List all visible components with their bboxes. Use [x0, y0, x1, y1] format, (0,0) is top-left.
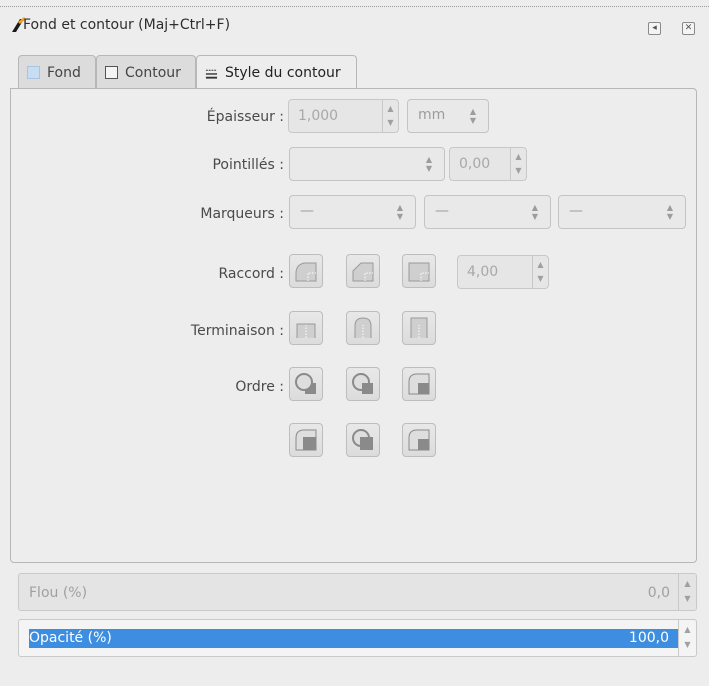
- order-stroke-fill-markers-button[interactable]: [346, 367, 380, 401]
- spin-arrows-icon[interactable]: ▲ ▼: [532, 256, 548, 288]
- blur-value: 0,0: [647, 585, 670, 601]
- tab-label: Style du contour: [225, 65, 341, 81]
- fill-markers-stroke-icon: [408, 373, 430, 395]
- order-markers-stroke-fill-button[interactable]: [402, 423, 436, 457]
- miter-join-icon: [408, 262, 430, 282]
- blur-label: Flou (%): [29, 585, 88, 601]
- tab-fond[interactable]: Fond: [18, 55, 96, 89]
- updown-icon: ▲ ▼: [469, 107, 476, 125]
- dock-title-bar[interactable]: Fond et contour (Maj+Ctrl+F) ◂ ✕: [0, 14, 709, 44]
- tab-style-du-contour[interactable]: Style du contour: [196, 55, 357, 90]
- round-cap-icon: [354, 317, 372, 338]
- updown-icon: ▲ ▼: [531, 203, 538, 221]
- dash-offset-value: 0,00: [459, 156, 491, 172]
- stroke-fill-markers-icon: [352, 373, 373, 394]
- dialog-title: Fond et contour (Maj+Ctrl+F): [23, 17, 231, 33]
- updown-icon: ▲ ▼: [425, 155, 432, 173]
- miter-limit-spinbox[interactable]: 4,00 ▲ ▼: [457, 255, 549, 289]
- order-fill-markers-stroke-button[interactable]: [402, 367, 436, 401]
- bevel-join-icon: [352, 262, 374, 282]
- dash-offset-spinbox[interactable]: 0,00 ▲ ▼: [449, 147, 527, 181]
- fill-square-icon: [27, 66, 40, 79]
- marker-value: —: [435, 203, 449, 219]
- unit-select[interactable]: mm ▲ ▼: [407, 99, 489, 133]
- round-join-button[interactable]: [289, 254, 323, 288]
- updown-icon: ▲ ▼: [396, 203, 403, 221]
- spin-arrows-icon[interactable]: ▲ ▼: [510, 148, 526, 180]
- opacity-value: 100,0: [628, 630, 669, 646]
- updown-icon: ▲ ▼: [666, 203, 673, 221]
- square-cap-button[interactable]: [402, 311, 436, 345]
- tab-label: Fond: [47, 64, 81, 81]
- marker-value: —: [569, 203, 583, 219]
- stroke-square-icon: [105, 66, 118, 79]
- butt-cap-button[interactable]: [289, 311, 323, 345]
- miter-limit-value: 4,00: [467, 264, 499, 280]
- stroke-markers-fill-icon: [352, 429, 373, 450]
- markers-stroke-fill-icon: [408, 429, 430, 451]
- width-value: 1,000: [298, 108, 339, 124]
- square-cap-icon: [410, 317, 428, 338]
- spin-arrows-icon[interactable]: ▲ ▼: [678, 574, 696, 610]
- collapse-left-icon[interactable]: ◂: [648, 22, 661, 35]
- marker-value: —: [300, 203, 314, 219]
- butt-cap-icon: [296, 323, 316, 338]
- tab-label: Contour: [125, 64, 181, 81]
- round-join-icon: [295, 262, 317, 282]
- miter-join-button[interactable]: [402, 254, 436, 288]
- dash-pattern-select[interactable]: ▲ ▼: [289, 147, 445, 181]
- spin-arrows-icon[interactable]: ▲ ▼: [678, 620, 696, 656]
- order-fill-stroke-markers-button[interactable]: [289, 367, 323, 401]
- join-label: Raccord :: [218, 266, 284, 282]
- close-icon[interactable]: ✕: [682, 22, 695, 35]
- cap-label: Terminaison :: [190, 323, 284, 339]
- opacity-spinbox[interactable]: Opacité (%) 100,0 ▲ ▼: [18, 619, 697, 657]
- spin-arrows-icon[interactable]: ▲ ▼: [382, 100, 398, 132]
- unit-value: mm: [418, 107, 446, 123]
- markers-fill-stroke-icon: [295, 429, 317, 451]
- opacity-label: Opacité (%): [29, 630, 112, 646]
- width-spinbox[interactable]: 1,000 ▲ ▼: [288, 99, 399, 133]
- blur-spinbox[interactable]: Flou (%) 0,0 ▲ ▼: [18, 573, 697, 611]
- end-marker-select[interactable]: — ▲ ▼: [558, 195, 686, 229]
- bevel-join-button[interactable]: [346, 254, 380, 288]
- start-marker-select[interactable]: — ▲ ▼: [289, 195, 416, 229]
- mid-marker-select[interactable]: — ▲ ▼: [424, 195, 551, 229]
- panel-grip[interactable]: [0, 6, 709, 7]
- order-label: Ordre :: [235, 379, 284, 395]
- markers-label: Marqueurs :: [200, 206, 284, 222]
- opacity-selection: [29, 629, 678, 648]
- tab-contour[interactable]: Contour: [96, 55, 196, 89]
- order-stroke-markers-fill-button[interactable]: [346, 423, 380, 457]
- fill-stroke-markers-icon: [295, 373, 316, 394]
- stroke-style-icon: [205, 69, 218, 79]
- round-cap-button[interactable]: [346, 311, 380, 345]
- dashes-label: Pointillés :: [212, 157, 284, 173]
- width-label: Épaisseur :: [206, 109, 284, 125]
- order-markers-fill-stroke-button[interactable]: [289, 423, 323, 457]
